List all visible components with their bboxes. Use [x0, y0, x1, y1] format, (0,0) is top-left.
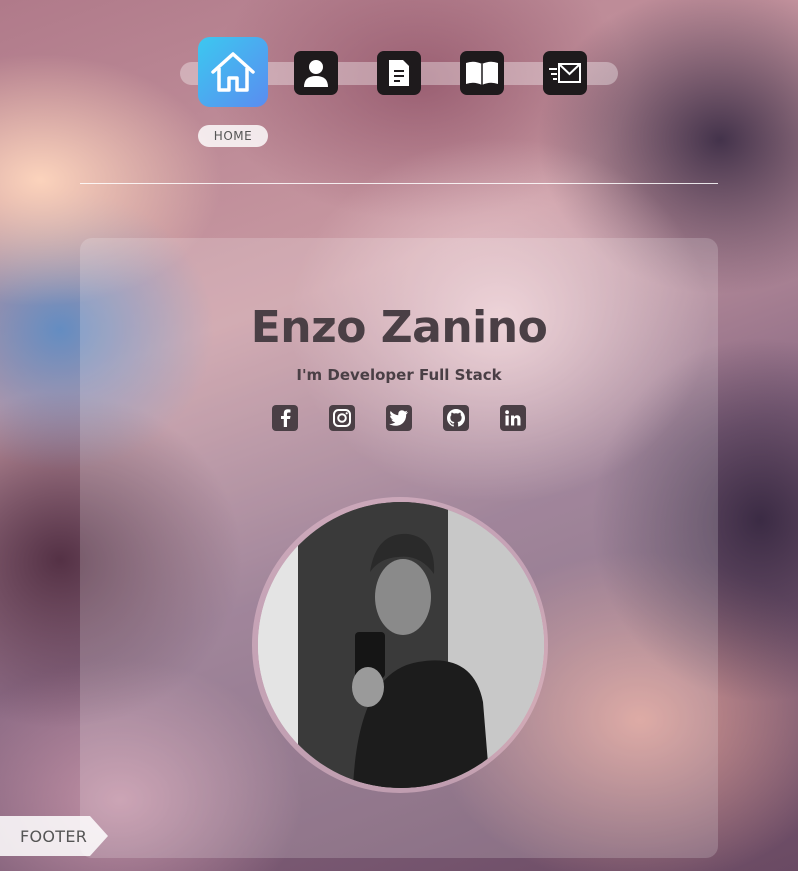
home-icon	[211, 52, 255, 92]
footer-tab[interactable]: FOOTER	[0, 816, 108, 856]
nav-portfolio-button[interactable]	[460, 51, 504, 95]
social-links	[272, 405, 526, 431]
nav-home-button[interactable]	[198, 37, 268, 107]
nav-about-button[interactable]	[294, 51, 338, 95]
divider	[80, 183, 718, 184]
github-icon	[447, 409, 465, 427]
nav-contact-button[interactable]	[543, 51, 587, 95]
twitter-link[interactable]	[386, 405, 412, 431]
linkedin-icon	[505, 410, 521, 426]
profile-name: Enzo Zanino	[250, 302, 548, 353]
document-icon	[389, 60, 409, 86]
linkedin-link[interactable]	[500, 405, 526, 431]
user-icon	[304, 60, 328, 87]
nav-resume-button[interactable]	[377, 51, 421, 95]
facebook-icon	[281, 409, 291, 427]
twitter-icon	[389, 410, 408, 426]
facebook-link[interactable]	[272, 405, 298, 431]
avatar	[258, 502, 544, 788]
profile-photo	[258, 502, 544, 788]
mail-icon	[549, 63, 581, 83]
profile-tagline: I'm Developer Full Stack	[296, 366, 502, 384]
instagram-link[interactable]	[329, 405, 355, 431]
book-icon	[466, 61, 498, 85]
instagram-icon	[333, 409, 351, 427]
github-link[interactable]	[443, 405, 469, 431]
nav-active-label: HOME	[198, 125, 268, 147]
